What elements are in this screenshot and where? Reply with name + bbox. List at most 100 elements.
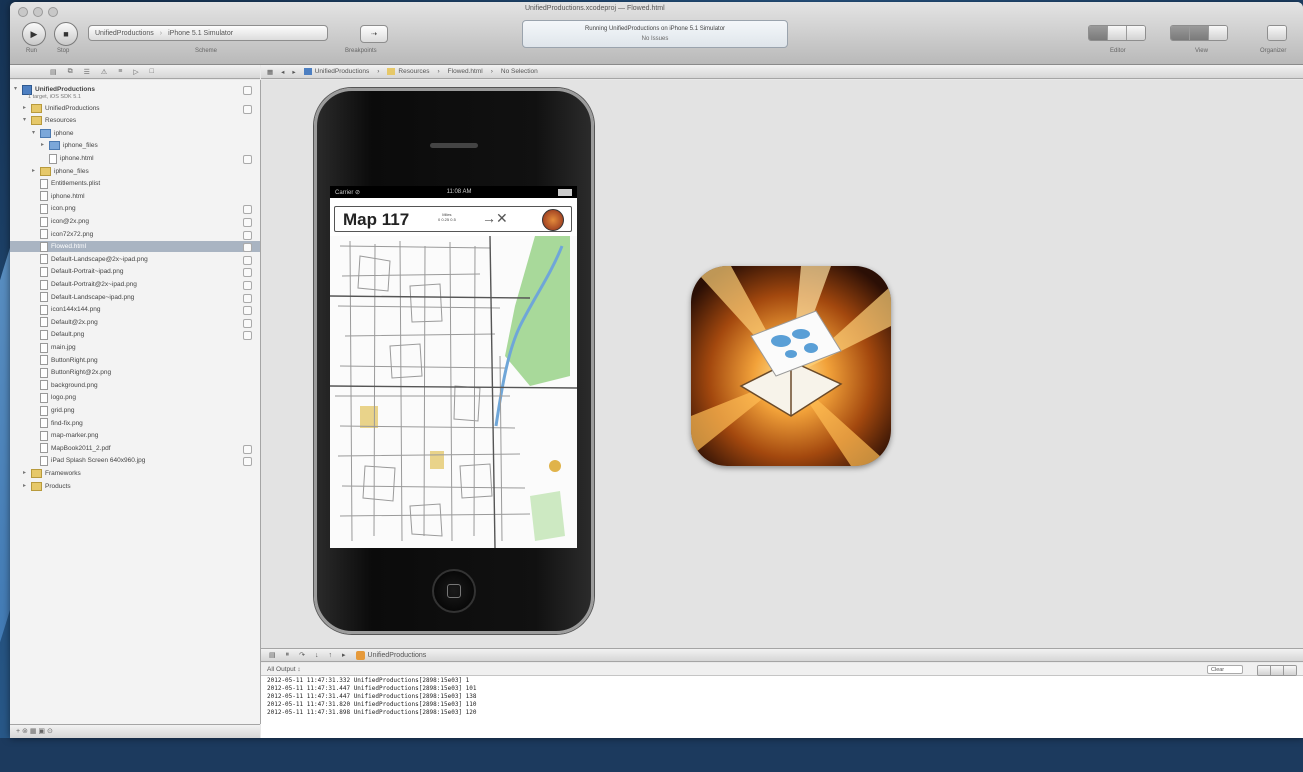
breadcrumb-selection[interactable]: No Selection <box>501 68 538 75</box>
issue-navigator-tab[interactable]: ⚠ <box>101 68 107 76</box>
version-editor-button[interactable] <box>1127 26 1145 40</box>
navigator-item[interactable]: iphone.html <box>10 153 260 164</box>
breakpoint-navigator-tab[interactable]: ▷ <box>133 68 138 76</box>
organizer-button[interactable] <box>1268 26 1286 40</box>
navigator-item[interactable]: Default-Portrait@2x~ipad.png <box>10 279 260 290</box>
step-over-icon[interactable]: ↷ <box>299 651 305 659</box>
breadcrumb-file[interactable]: Flowed.html <box>448 68 483 75</box>
close-window-button[interactable] <box>18 7 28 17</box>
breakpoints-button[interactable]: ⇢ <box>360 25 388 43</box>
navigator-item[interactable]: icon.png <box>10 203 260 214</box>
disclosure-open-icon[interactable]: ▾ <box>14 84 20 95</box>
run-button[interactable]: ▶ <box>22 22 46 46</box>
navigator-item[interactable]: logo.png <box>10 392 260 403</box>
disclosure-closed-icon[interactable]: ▸ <box>23 481 29 492</box>
log-navigator-tab[interactable]: □ <box>150 68 154 75</box>
back-icon[interactable]: ◂ <box>281 68 284 76</box>
toggle-utilities-button[interactable] <box>1209 26 1227 40</box>
symbol-navigator-tab[interactable]: ⧉ <box>68 68 73 76</box>
iphone-simulator[interactable]: Carrier ⊘ 11:08 AM Map 117 Miles 0 0.25 … <box>314 88 594 634</box>
breadcrumb-project[interactable]: UnifiedProductions <box>303 68 369 75</box>
disclosure-closed-icon[interactable]: ▸ <box>32 166 38 177</box>
navigator-item-label: MapBook2011_2.pdf <box>51 444 111 452</box>
navigator-filter-bar[interactable]: + ⊚ ▦ ▣ ⊙ <box>10 724 260 738</box>
debug-target[interactable]: UnifiedProductions <box>355 650 426 660</box>
navigator-item[interactable]: ▸ iphone_files <box>10 140 260 151</box>
breadcrumb-group[interactable]: Resources <box>387 68 430 75</box>
disclosure-closed-icon[interactable]: ▸ <box>41 140 47 151</box>
navigator-item[interactable]: icon72x72.png <box>10 229 260 240</box>
folder-icon <box>31 103 42 113</box>
output-selector[interactable]: All Output ↕ <box>267 666 301 673</box>
navigator-item[interactable]: ▸ Frameworks <box>10 468 260 479</box>
console-output[interactable]: 2012-05-11 11:47:31.332 UnifiedProductio… <box>261 676 1303 738</box>
toggle-debug-button[interactable] <box>1190 26 1209 40</box>
search-navigator-tab[interactable]: ☰ <box>84 68 90 76</box>
highlight-block <box>360 406 378 428</box>
debug-navigator-tab[interactable]: ≡ <box>118 68 122 75</box>
stop-button[interactable]: ■ <box>54 22 78 46</box>
minimize-window-button[interactable] <box>33 7 43 17</box>
organizer-label: Organizer <box>1260 48 1287 54</box>
disclosure-open-icon[interactable]: ▾ <box>32 128 38 139</box>
navigator-item[interactable]: iphone.html <box>10 191 260 202</box>
view-toggle-control[interactable] <box>1170 25 1228 41</box>
navigator-item[interactable]: ▾ iphone <box>10 128 260 139</box>
navigator-item[interactable]: Entitlements.plist <box>10 178 260 189</box>
stop-label: Stop <box>57 48 70 54</box>
scm-status-badge <box>243 104 252 114</box>
editor-label: Editor <box>1110 48 1126 54</box>
pause-icon[interactable]: ⏸ <box>286 651 290 659</box>
organizer-control[interactable] <box>1267 25 1287 41</box>
navigator-item[interactable]: Default.png <box>10 329 260 340</box>
clear-console-button[interactable]: Clear <box>1207 665 1243 674</box>
navigator-item[interactable]: map-marker.png <box>10 430 260 441</box>
forward-icon[interactable]: ▸ <box>292 68 295 76</box>
street-map[interactable] <box>330 235 577 548</box>
console-view-control[interactable] <box>1257 665 1297 676</box>
show-both-button[interactable] <box>1271 666 1284 675</box>
navigator-item[interactable]: grid.png <box>10 405 260 416</box>
show-console-button[interactable] <box>1284 666 1296 675</box>
related-files-icon[interactable]: ▦ <box>267 68 273 76</box>
step-in-icon[interactable]: ↓ <box>315 652 319 659</box>
navigator-item[interactable]: ▸ Products <box>10 481 260 492</box>
navigator-item[interactable]: Default-Landscape~ipad.png <box>10 292 260 303</box>
folder-icon <box>31 116 42 126</box>
navigator-item[interactable]: Default@2x.png <box>10 317 260 328</box>
project-navigator-tab[interactable]: ▤ <box>50 68 57 76</box>
navigator-item[interactable]: ButtonRight.png <box>10 355 260 366</box>
disclosure-closed-icon[interactable]: ▸ <box>23 468 29 479</box>
assistant-editor-button[interactable] <box>1108 26 1127 40</box>
navigator-item[interactable]: ▸ UnifiedProductions <box>10 103 260 114</box>
navigator-item[interactable]: ▸ iphone_files <box>10 166 260 177</box>
zoom-window-button[interactable] <box>48 7 58 17</box>
navigator-item[interactable]: ▾ Resources <box>10 115 260 126</box>
navigator-item[interactable]: find-fix.png <box>10 418 260 429</box>
standard-editor-button[interactable] <box>1089 26 1108 40</box>
show-variables-button[interactable] <box>1258 666 1271 675</box>
navigator-item-label: iPad Splash Screen 640x960.jpg <box>51 457 146 465</box>
navigator-item[interactable]: Default-Landscape@2x~ipad.png <box>10 254 260 265</box>
scm-status-badge <box>243 86 252 95</box>
navigator-item[interactable]: icon144x144.png <box>10 304 260 315</box>
navigator-item[interactable]: iPad Splash Screen 640x960.jpg <box>10 455 260 466</box>
scheme-selector[interactable]: UnifiedProductions › iPhone 5.1 Simulato… <box>88 25 328 41</box>
navigator-item[interactable]: MapBook2011_2.pdf <box>10 443 260 454</box>
navigator-item[interactable]: ButtonRight@2x.png <box>10 367 260 378</box>
navigator-item[interactable]: Flowed.html <box>10 241 260 253</box>
step-out-icon[interactable]: ↑ <box>329 652 333 659</box>
home-button[interactable] <box>432 569 476 613</box>
navigator-item[interactable]: main.jpg <box>10 342 260 353</box>
location-icon[interactable]: ▸ <box>342 651 346 659</box>
disclosure-open-icon[interactable]: ▾ <box>23 115 29 126</box>
file-icon <box>40 405 48 416</box>
navigator-item[interactable]: Default-Portrait~ipad.png <box>10 266 260 277</box>
toggle-navigator-button[interactable] <box>1171 26 1190 40</box>
navigator-item[interactable]: icon@2x.png <box>10 216 260 227</box>
simulator-screen[interactable]: Carrier ⊘ 11:08 AM Map 117 Miles 0 0.25 … <box>330 186 577 548</box>
editor-mode-control[interactable] <box>1088 25 1146 41</box>
hide-debug-icon[interactable]: ▤ <box>269 651 276 659</box>
disclosure-closed-icon[interactable]: ▸ <box>23 103 29 114</box>
navigator-item[interactable]: background.png <box>10 380 260 391</box>
